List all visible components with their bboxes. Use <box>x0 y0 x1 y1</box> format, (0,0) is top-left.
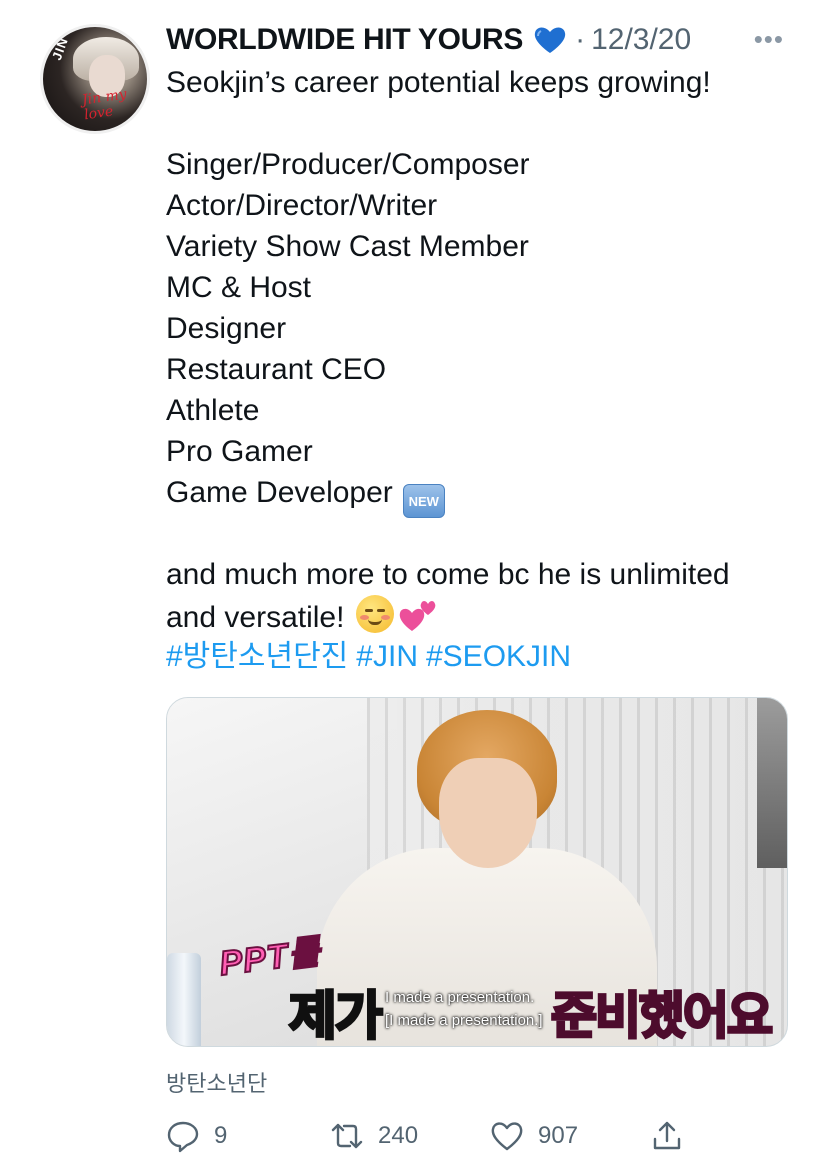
subtitle-line: [I made a presentation.] <box>385 1012 543 1029</box>
media-source[interactable]: 방탄소년단 <box>166 1066 267 1098</box>
media-caption-white: 제가 <box>288 987 385 1047</box>
text-line: Pro Gamer <box>166 435 313 468</box>
hashtag-line: #방탄소년단진 #JIN #SEOKJIN <box>166 636 806 677</box>
more-options-icon[interactable]: ••• <box>754 24 784 55</box>
author-name[interactable]: WORLDWIDE HIT YOURS <box>166 23 523 57</box>
media-image[interactable]: PPT를 제가 준비했어요 I made a presentation. [I … <box>166 697 788 1047</box>
text-line-content: Game Developer <box>166 476 393 509</box>
text-gap <box>166 103 806 144</box>
avatar[interactable]: JIN CRAVE Jin my love <box>40 24 150 134</box>
tweet-date[interactable]: 12/3/20 <box>591 23 691 57</box>
reply-count: 9 <box>214 1122 228 1149</box>
text-line: Restaurant CEO <box>166 353 387 386</box>
hashtag-link[interactable]: #SEOKJIN <box>426 640 571 673</box>
subtitle-line: I made a presentation. <box>385 989 535 1006</box>
media-caption-pink: 준비했어요 <box>550 987 775 1046</box>
text-line: and versatile! <box>166 595 806 636</box>
hashtag-link[interactable]: #방탄소년단진 <box>166 640 348 673</box>
two-hearts-icon <box>400 601 436 631</box>
text-line: Seokjin’s career potential keeps growing… <box>166 66 711 99</box>
new-badge-icon: NEW <box>402 484 445 518</box>
share-button[interactable] <box>650 1116 698 1156</box>
avatar-script: Jin my love <box>81 86 128 124</box>
hashtag-link[interactable]: #JIN <box>356 640 418 673</box>
media-person-face <box>439 758 537 868</box>
media-object <box>757 698 787 868</box>
blue-heart-icon <box>534 27 566 53</box>
text-line-content: and versatile! <box>166 601 345 634</box>
text-line: Game Developer NEW <box>166 472 806 518</box>
tweet-header: WORLDWIDE HIT YOURS · 12/3/20 ••• <box>166 20 806 60</box>
text-gap <box>166 513 806 554</box>
retweet-icon <box>331 1123 363 1149</box>
text-line: and much more to come bc he is unlimited <box>166 558 730 591</box>
text-line: Variety Show Cast Member <box>166 230 529 263</box>
eye-shape <box>365 609 374 612</box>
text-line: Singer/Producer/Composer <box>166 148 530 181</box>
media-bottle <box>167 953 201 1046</box>
like-count: 907 <box>538 1122 579 1149</box>
text-line: Designer <box>166 312 287 345</box>
text-line: Athlete <box>166 394 260 427</box>
blush-shape <box>381 615 391 620</box>
text-line: Actor/Director/Writer <box>166 189 438 222</box>
action-bar: 9 240 907 <box>166 1116 706 1156</box>
eye-shape <box>377 609 386 612</box>
reply-icon <box>167 1121 199 1153</box>
tweet-text: Seokjin’s career potential keeps growing… <box>166 62 806 677</box>
retweet-count: 240 <box>378 1122 419 1149</box>
text-line: MC & Host <box>166 271 312 304</box>
heart-icon <box>491 1122 523 1151</box>
retweet-button[interactable]: 240 <box>330 1116 418 1156</box>
media-subtitle: I made a presentation. [I made a present… <box>385 986 565 1032</box>
reply-button[interactable]: 9 <box>166 1116 227 1156</box>
like-button[interactable]: 907 <box>490 1116 578 1156</box>
smiling-face-icon <box>356 595 395 633</box>
mouth-shape <box>368 619 383 625</box>
separator: · <box>575 23 586 56</box>
share-icon <box>653 1121 681 1150</box>
